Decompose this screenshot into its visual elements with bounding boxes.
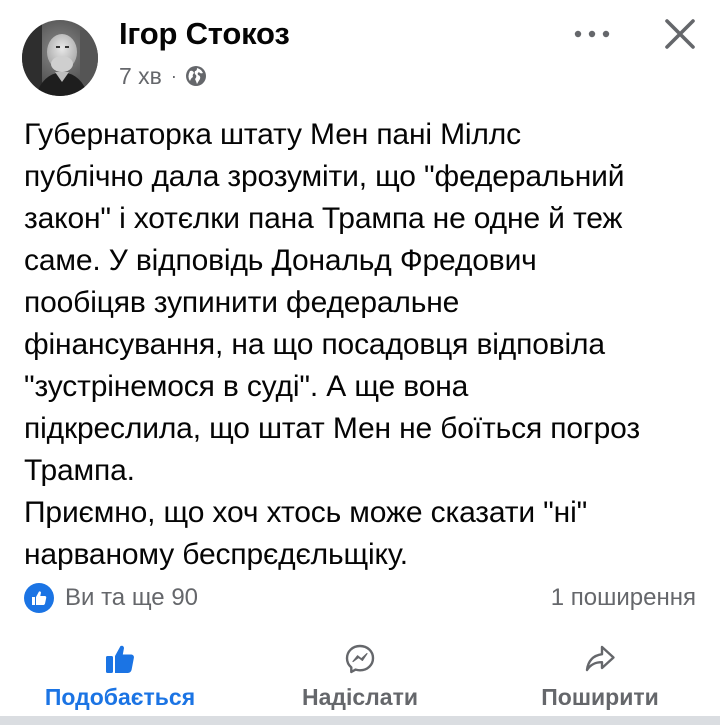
more-options-button[interactable]	[568, 14, 616, 54]
reaction-count: Ви та ще 90	[65, 584, 199, 611]
post-divider	[0, 716, 720, 725]
share-arrow-icon	[584, 642, 616, 676]
like-label: Подобається	[44, 684, 196, 710]
post-meta: 7 хв ·	[119, 62, 207, 90]
more-dots-icon	[574, 30, 610, 38]
post-time[interactable]: 7 хв	[119, 63, 162, 90]
messenger-icon	[344, 642, 376, 676]
thumbs-up-icon	[104, 642, 136, 676]
close-icon	[665, 19, 695, 49]
close-button[interactable]	[656, 12, 704, 56]
reactions-summary[interactable]: Ви та ще 90	[24, 583, 198, 613]
share-button[interactable]: Поширити	[532, 636, 668, 716]
send-label: Надіслати	[302, 684, 418, 710]
author-avatar[interactable]	[22, 20, 98, 96]
share-label: Поширити	[541, 684, 659, 710]
like-icon	[24, 583, 54, 613]
meta-separator: ·	[170, 65, 177, 86]
like-button[interactable]: Подобається	[38, 636, 202, 716]
facebook-post: Ігор Стокоз 7 хв · Губернаторка штату Ме…	[0, 0, 720, 725]
post-actions: Подобається Надіслати Поширити	[0, 636, 720, 716]
send-button[interactable]: Надіслати	[294, 636, 426, 716]
globe-icon	[185, 65, 207, 87]
post-text: Губернаторка штату Мен пані Міллс публіч…	[24, 118, 640, 571]
author-name[interactable]: Ігор Стокоз	[119, 16, 290, 52]
share-count[interactable]: 1 поширення	[551, 583, 696, 613]
